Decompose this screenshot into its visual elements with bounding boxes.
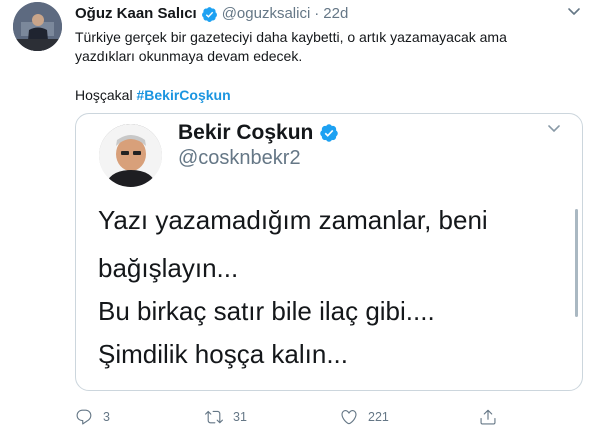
embedded-tweet-image[interactable]: Bekir Coşkun @cosknbekr2 Yazı yazamadığı… (75, 113, 583, 391)
tweet-text-line: Türkiye gerçek bir gazeteciyi daha kaybe… (75, 29, 507, 45)
verified-badge-icon (201, 6, 218, 23)
retweet-button[interactable]: 31 (205, 408, 247, 426)
embedded-text-line: Bu birkaç satır bile ilaç gibi.... (98, 296, 435, 326)
embedded-avatar (99, 124, 162, 187)
reply-icon (76, 409, 92, 425)
reply-count: 3 (103, 410, 110, 424)
scrollbar-thumb (575, 209, 578, 317)
separator-dot: · (314, 5, 320, 22)
author-name[interactable]: Oğuz Kaan Salıcı (75, 5, 197, 23)
embedded-text-line: bağışlayın... (98, 253, 239, 283)
embedded-text-line: Şimdilik hoşça kalın... (98, 339, 348, 369)
share-button[interactable] (479, 408, 507, 426)
hashtag-link[interactable]: #BekirCoşkun (136, 87, 230, 103)
timestamp[interactable]: 22d (323, 5, 348, 23)
heart-icon (341, 410, 357, 425)
author-handle[interactable]: @oguzksalici (222, 5, 311, 23)
embedded-author-handle: @cosknbekr2 (178, 147, 301, 169)
tweet-closing: Hoşçakal #BekirCoşkun (75, 86, 231, 105)
like-button[interactable]: 221 (340, 408, 389, 426)
retweet-count: 31 (233, 410, 247, 424)
embedded-author: Bekir Coşkun (178, 121, 339, 145)
closing-text: Hoşçakal (75, 87, 133, 103)
tweet-header: Oğuz Kaan Salıcı @oguzksalici · 22d (75, 5, 348, 23)
chevron-down-icon[interactable] (566, 6, 582, 18)
embedded-text-line: Yazı yazamadığım zamanlar, beni (98, 205, 488, 235)
tweet-actions: 3 31 221 (75, 408, 575, 428)
verified-badge-icon (319, 123, 339, 143)
share-icon (480, 409, 496, 425)
embedded-author-name: Bekir Coşkun (178, 121, 314, 144)
tweet-text: Türkiye gerçek bir gazeteciyi daha kaybe… (75, 28, 565, 66)
chevron-down-icon (548, 125, 560, 133)
avatar[interactable] (13, 2, 62, 51)
reply-button[interactable]: 3 (75, 408, 110, 426)
like-count: 221 (368, 410, 389, 424)
tweet-text-line: yazdıkları okunmaya devam edecek. (75, 48, 303, 64)
retweet-icon (205, 410, 223, 424)
